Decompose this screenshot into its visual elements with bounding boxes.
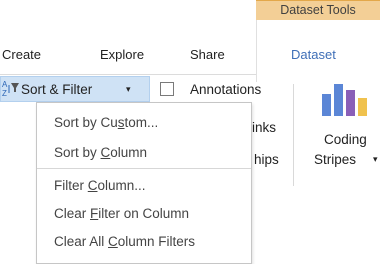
links-label-partial[interactable]: inks <box>252 120 276 135</box>
ribbon-divider <box>0 74 256 75</box>
chevron-down-icon[interactable]: ▾ <box>373 154 378 165</box>
coding-stripes-label-line2[interactable]: Stripes <box>314 152 356 167</box>
menu-item-text: olumn... <box>97 178 146 193</box>
coding-stripes-label-line1[interactable]: Coding <box>324 132 367 147</box>
tab-explore[interactable]: Explore <box>100 47 144 62</box>
menu-item-text: Filter <box>54 178 88 193</box>
tab-share[interactable]: Share <box>190 47 225 62</box>
menu-item-text: Sort by Cu <box>54 115 118 130</box>
annotations-label[interactable]: Annotations <box>190 82 261 97</box>
menu-item-text: ilter on Column <box>98 206 190 221</box>
menu-item-text: olumn <box>110 145 148 160</box>
menu-item-text: Sort by <box>54 145 101 160</box>
menu-item-clear-all-column-filters[interactable]: Clear All Column Filters <box>54 234 195 249</box>
menu-separator <box>37 168 251 169</box>
menu-item-accelerator: s <box>117 115 125 130</box>
menu-item-accelerator: C <box>108 234 118 249</box>
group-divider <box>293 84 294 186</box>
tab-dataset[interactable]: Dataset <box>291 47 336 62</box>
menu-item-text: olumn Filters <box>117 234 196 249</box>
menu-item-text: tom... <box>124 115 159 130</box>
menu-item-clear-filter-on-column[interactable]: Clear Filter on Column <box>54 206 189 221</box>
menu-item-filter-column[interactable]: Filter Column... <box>54 178 146 193</box>
dataset-tools-label: Dataset Tools <box>280 3 356 17</box>
dataset-tools-header: Dataset Tools <box>256 0 380 20</box>
sort-az-filter-icon: A Z <box>2 80 19 97</box>
tab-create[interactable]: Create <box>2 47 41 62</box>
menu-item-sort-by-column[interactable]: Sort by Column <box>54 145 147 160</box>
relationships-label-partial[interactable]: hips <box>254 152 279 167</box>
chevron-down-icon[interactable]: ▾ <box>126 84 131 95</box>
sort-filter-label[interactable]: Sort & Filter <box>21 82 92 97</box>
menu-item-sort-by-custom[interactable]: Sort by Custom... <box>54 115 158 130</box>
coding-stripes-icon <box>322 84 367 116</box>
menu-item-accelerator: C <box>100 145 111 160</box>
annotations-checkbox[interactable] <box>160 82 174 96</box>
menu-item-text: Clear All <box>54 234 109 249</box>
menu-item-text: Clear <box>54 206 91 221</box>
svg-text:A: A <box>2 80 8 89</box>
menu-item-accelerator: C <box>87 178 98 193</box>
svg-text:Z: Z <box>2 89 7 97</box>
